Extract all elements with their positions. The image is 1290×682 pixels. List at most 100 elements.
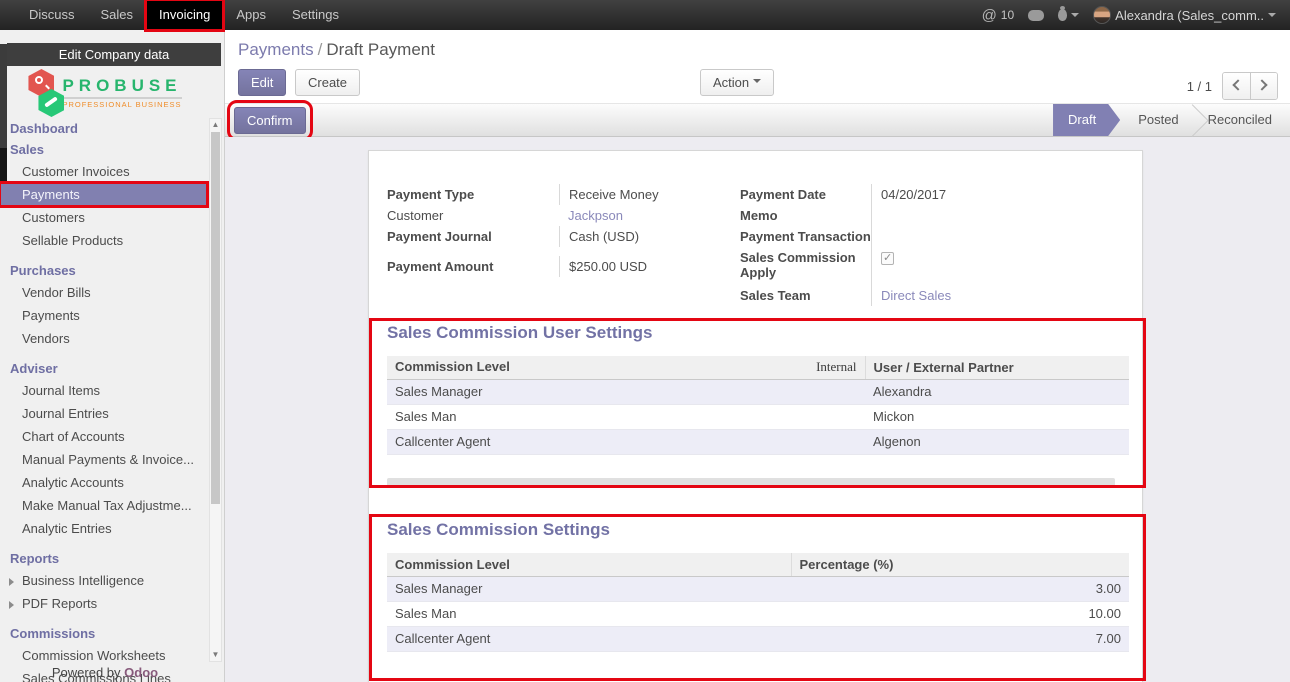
sidebar-section-purchases[interactable]: Purchases [0, 260, 207, 281]
sidebar-item-commission-worksheets[interactable]: Commission Worksheets [0, 644, 207, 667]
caret-down-icon [1071, 13, 1079, 21]
sidebar-item-vendor-bills[interactable]: Vendor Bills [0, 281, 207, 304]
sidebar-item-sellable-products[interactable]: Sellable Products [0, 229, 207, 252]
at-icon: @ [982, 7, 997, 24]
main-area: Payments/Draft Payment Edit Create Actio… [225, 30, 1290, 682]
nav-item-discuss[interactable]: Discuss [16, 0, 88, 30]
nav-item-apps[interactable]: Apps [223, 0, 279, 30]
sidebar-section-commissions[interactable]: Commissions [0, 623, 207, 644]
sidebar-item-customer-invoices[interactable]: Customer Invoices [0, 160, 207, 183]
form-right-column: Payment Date 04/20/2017 Memo Payment Tra… [740, 184, 1120, 306]
table-row[interactable]: Sales Man 10.00 [387, 601, 1129, 626]
sidebar-item-chart-of-accounts[interactable]: Chart of Accounts [0, 425, 207, 448]
breadcrumb-payments-link[interactable]: Payments [238, 40, 314, 59]
caret-down-icon [1268, 13, 1276, 21]
odoo-link[interactable]: Odoo [124, 665, 158, 680]
sidebar-item-business-intelligence[interactable]: Business Intelligence [0, 569, 207, 592]
cell-level: Callcenter Agent [387, 626, 791, 651]
sidebar-menu: Dashboard Sales Customer Invoices Paymen… [0, 118, 207, 682]
control-panel: Payments/Draft Payment Edit Create Actio… [225, 30, 1290, 103]
scroll-down-icon[interactable]: ▼ [210, 649, 221, 661]
debug-menu-button[interactable] [1058, 9, 1079, 21]
chat-icon [1028, 10, 1044, 21]
payment-transaction-label: Payment Transaction [740, 226, 871, 247]
nav-item-sales[interactable]: Sales [88, 0, 147, 30]
bug-icon [1058, 9, 1067, 21]
brand-tagline: PROFESSIONAL BUSINESS [62, 97, 181, 109]
sidebar-item-make-manual-tax-adjustments[interactable]: Make Manual Tax Adjustme... [0, 494, 207, 517]
sidebar-item-vendors[interactable]: Vendors [0, 327, 207, 350]
messages-button[interactable] [1028, 10, 1044, 21]
payment-type-value: Receive Money [559, 184, 739, 205]
table-row[interactable]: Sales Man Mickon [387, 404, 1129, 429]
table-row[interactable]: Sales Manager 3.00 [387, 576, 1129, 601]
edit-button[interactable]: Edit [238, 69, 286, 96]
sidebar-item-manual-payments-invoices[interactable]: Manual Payments & Invoice... [0, 448, 207, 471]
memo-value [871, 205, 1120, 226]
sidebar-scrollbar[interactable]: ▲ ▼ [209, 118, 222, 662]
breadcrumb: Payments/Draft Payment [225, 30, 1290, 60]
scroll-up-icon[interactable]: ▲ [210, 119, 221, 131]
sidebar-item-dashboard[interactable]: Dashboard [0, 118, 207, 139]
cell-level: Sales Man [387, 404, 865, 429]
button-row: Edit Create Action 1 / 1 [225, 69, 1290, 99]
table-row[interactable]: Callcenter Agent Algenon [387, 429, 1129, 454]
sidebar-item-analytic-accounts[interactable]: Analytic Accounts [0, 471, 207, 494]
pager-value: 1 / 1 [1187, 79, 1212, 94]
customer-link[interactable]: Jackpson [568, 208, 623, 223]
pager: 1 / 1 [1187, 72, 1278, 100]
payment-journal-label: Payment Journal [387, 226, 559, 247]
customer-label: Customer [387, 205, 559, 226]
cell-user: Alexandra [865, 379, 1129, 404]
cell-level: Sales Manager [387, 379, 865, 404]
create-button[interactable]: Create [295, 69, 360, 96]
cell-percentage: 7.00 [791, 626, 1129, 651]
sidebar-section-sales[interactable]: Sales [0, 139, 207, 160]
cell-level: Sales Manager [387, 576, 791, 601]
sidebar-scrollbar-thumb[interactable] [211, 132, 220, 504]
edit-company-data-button[interactable]: Edit Company data [7, 43, 221, 66]
sidebar: Edit Company data PROBUSE PROFESSIONAL B… [0, 30, 225, 682]
payment-date-value: 04/20/2017 [871, 184, 1120, 205]
table-header-row: Commission Level Internal User / Externa… [387, 356, 1129, 379]
user-menu[interactable]: Alexandra (Sales_comm.. [1093, 6, 1276, 24]
logo-hexagons-icon [28, 67, 58, 117]
payment-date-label: Payment Date [740, 184, 871, 205]
sidebar-item-journal-items[interactable]: Journal Items [0, 379, 207, 402]
mentions-button[interactable]: @ 10 [982, 7, 1015, 24]
cell-user: Mickon [865, 404, 1129, 429]
cell-level: Callcenter Agent [387, 429, 865, 454]
cell-percentage: 3.00 [791, 576, 1129, 601]
breadcrumb-current: Draft Payment [326, 40, 435, 59]
table-row[interactable]: Callcenter Agent 7.00 [387, 626, 1129, 651]
sidebar-item-customers[interactable]: Customers [0, 206, 207, 229]
status-steps: Draft Posted Reconciled [1053, 104, 1290, 136]
action-dropdown-button[interactable]: Action [700, 69, 774, 96]
confirm-button[interactable]: Confirm [234, 107, 306, 134]
column-commission-level: Commission Level [387, 553, 791, 576]
pager-previous-button[interactable] [1223, 73, 1250, 99]
top-navbar: Discuss Sales Invoicing Apps Settings @ … [0, 0, 1290, 30]
sales-team-link[interactable]: Direct Sales [881, 288, 951, 303]
column-percentage: Percentage (%) [791, 553, 1129, 576]
sidebar-section-reports[interactable]: Reports [0, 548, 207, 569]
sidebar-section-adviser[interactable]: Adviser [0, 358, 207, 379]
sidebar-item-purchases-payments[interactable]: Payments [0, 304, 207, 327]
horizontal-scrollbar[interactable] [387, 478, 1115, 488]
nav-item-invoicing[interactable]: Invoicing [146, 0, 223, 30]
settings-section-title: Sales Commission Settings [387, 520, 610, 540]
sales-commission-apply-checkbox[interactable] [881, 252, 894, 265]
sales-commission-apply-label: Sales Commission Apply [740, 247, 871, 285]
memo-label: Memo [740, 205, 871, 226]
sidebar-item-analytic-entries[interactable]: Analytic Entries [0, 517, 207, 540]
settings-table: Commission Level Percentage (%) Sales Ma… [387, 553, 1129, 652]
sidebar-item-payments[interactable]: Payments [0, 183, 207, 206]
pager-next-button[interactable] [1250, 73, 1277, 99]
sidebar-item-pdf-reports[interactable]: PDF Reports [0, 592, 207, 615]
nav-item-settings[interactable]: Settings [279, 0, 352, 30]
main-menu: Discuss Sales Invoicing Apps Settings [16, 0, 352, 30]
status-step-draft[interactable]: Draft [1053, 104, 1120, 136]
company-logo: PROBUSE PROFESSIONAL BUSINESS [0, 66, 210, 118]
table-row[interactable]: Sales Manager Alexandra [387, 379, 1129, 404]
sidebar-item-journal-entries[interactable]: Journal Entries [0, 402, 207, 425]
